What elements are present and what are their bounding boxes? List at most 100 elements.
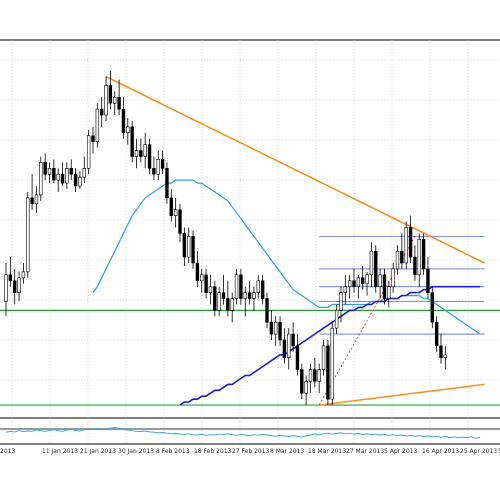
candle — [100, 97, 104, 127]
candle-body-bullish — [330, 327, 334, 400]
candle — [169, 189, 173, 222]
candle — [378, 268, 382, 299]
candle — [178, 203, 182, 243]
candle — [217, 286, 221, 317]
candle — [417, 233, 421, 287]
candle — [308, 363, 313, 394]
horizontal-levels — [0, 309, 500, 406]
candle-body-bullish — [200, 274, 204, 282]
candle — [347, 274, 352, 299]
candle-body-bullish — [17, 277, 21, 293]
candle-body-bearish — [282, 339, 287, 359]
candle — [34, 186, 39, 213]
candle — [73, 168, 78, 192]
candle-body-bearish — [43, 162, 47, 175]
support-trendline — [319, 383, 485, 406]
candle-body-bearish — [73, 173, 78, 187]
candle — [147, 138, 152, 175]
candle-body-bearish — [300, 369, 304, 394]
candle-body-bullish — [104, 85, 108, 116]
candle-body-bullish — [78, 176, 82, 187]
candle-body-bearish — [204, 274, 208, 293]
x-tick-label: 8 Feb 2013 — [156, 448, 190, 455]
candle — [273, 316, 278, 346]
candle — [152, 156, 156, 181]
chart-canvas: 2013 11 Jan 2013 21 Jan 2013 30 Jan 2013 8 F… — [0, 39, 500, 455]
x-tick-label: 8 Mar 2013 — [270, 448, 304, 455]
candle — [143, 132, 147, 169]
candle — [200, 268, 204, 293]
candle-body-bearish — [265, 298, 269, 323]
candle — [443, 345, 448, 370]
candle-body-bullish — [443, 354, 448, 359]
candle — [65, 162, 69, 190]
candle — [256, 274, 260, 299]
candle — [426, 257, 430, 299]
candle — [300, 363, 304, 400]
candle — [187, 227, 191, 264]
x-tick-label: 11 Jan 2013 — [42, 448, 78, 455]
candle — [204, 268, 208, 299]
candle — [17, 271, 21, 302]
candle — [247, 280, 252, 305]
x-tick-label: 2013 — [0, 448, 15, 455]
candle-body-bullish — [378, 274, 382, 287]
candle — [269, 310, 274, 340]
x-tick-label: 16 Apr 2013 — [422, 448, 459, 455]
candle — [365, 271, 369, 296]
price-chart: 2013 11 Jan 2013 21 Jan 2013 30 Jan 2013 8 F… — [0, 0, 500, 500]
candle-body-bearish — [430, 292, 434, 323]
candle-body-bearish — [165, 168, 169, 199]
candle — [52, 159, 56, 184]
candle — [287, 328, 291, 370]
candle-body-bullish — [387, 286, 391, 299]
candle-body-bullish — [173, 209, 178, 216]
candle-body-bearish — [169, 197, 173, 216]
candle — [113, 91, 117, 116]
candle — [356, 274, 361, 299]
candle — [326, 339, 330, 406]
candle-body-bearish — [352, 280, 356, 287]
candle — [86, 129, 91, 175]
candle-body-bearish — [91, 135, 95, 142]
candle-body-bearish — [434, 321, 439, 347]
candle — [117, 79, 121, 116]
candle — [352, 268, 356, 293]
candle — [408, 215, 413, 264]
candle — [434, 316, 439, 352]
candle-body-bullish — [317, 369, 321, 382]
candle — [13, 268, 17, 305]
candle-body-bearish — [221, 292, 226, 299]
candle-body-bullish — [143, 144, 147, 157]
x-tick-label: 5 Apr 2013 — [384, 448, 417, 455]
candle-body-bullish — [86, 135, 91, 169]
candle-body-bearish — [130, 126, 134, 157]
candle — [321, 339, 326, 376]
candle-body-bullish — [187, 236, 191, 258]
candle-body-bullish — [256, 280, 260, 293]
candle-body-bearish — [191, 236, 195, 264]
candle-body-bullish — [287, 333, 291, 359]
candle-body-bearish — [213, 286, 217, 311]
candle-body-bearish — [382, 274, 387, 299]
candle-body-bullish — [417, 239, 421, 276]
candle — [173, 197, 178, 228]
candle-body-bearish — [278, 321, 282, 341]
candle-body-bearish — [121, 108, 126, 134]
candle-body-bearish — [247, 292, 252, 299]
candle — [387, 280, 391, 308]
candle-body-bearish — [108, 85, 113, 104]
candle-body-bullish — [208, 286, 213, 293]
candle — [369, 242, 374, 287]
candle-body-bullish — [304, 381, 308, 394]
candle — [139, 138, 143, 163]
candle — [208, 274, 213, 305]
candle-body-bearish — [269, 321, 274, 335]
candle-body-bearish — [400, 250, 404, 264]
candle — [295, 334, 300, 376]
candle — [56, 168, 60, 192]
candle-body-bullish — [252, 292, 256, 299]
candle — [421, 233, 426, 275]
candle-body-bullish — [369, 250, 374, 276]
candle — [82, 156, 87, 184]
